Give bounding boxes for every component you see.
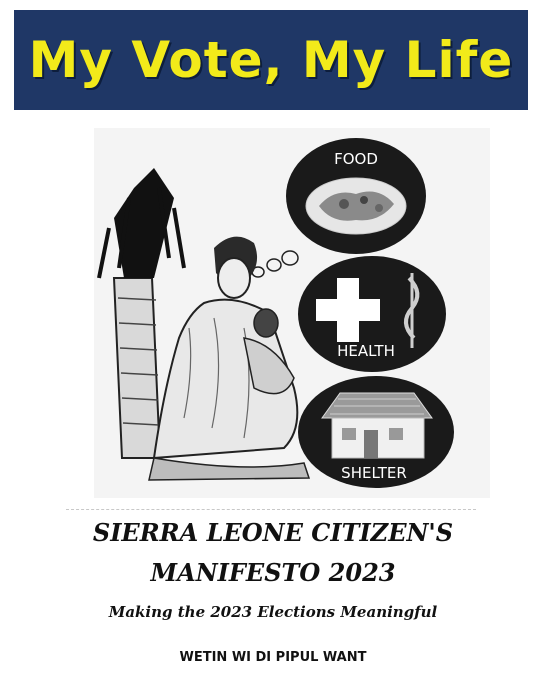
- shelter-bubble: SHELTER: [298, 376, 454, 488]
- divider-line: [66, 509, 476, 510]
- health-label: HEALTH: [337, 342, 395, 360]
- main-title-line-1: SIERRA LEONE CITIZEN'S: [92, 518, 454, 547]
- tagline: WETIN WI DI PIPUL WANT: [179, 650, 367, 665]
- food-bubble: FOOD: [286, 138, 426, 254]
- food-label: FOOD: [334, 150, 378, 168]
- title-banner: My Vote, My Life: [14, 10, 528, 110]
- subtitle: Making the 2023 Elections Meaningful: [108, 603, 438, 621]
- cover-illustration: FOOD HEALTH SHELTER: [94, 128, 490, 498]
- shelter-label: SHELTER: [341, 464, 407, 482]
- main-title-line-2: MANIFESTO 2023: [150, 558, 396, 587]
- banner-title: My Vote, My Life: [28, 31, 514, 89]
- health-bubble: HEALTH: [298, 256, 446, 372]
